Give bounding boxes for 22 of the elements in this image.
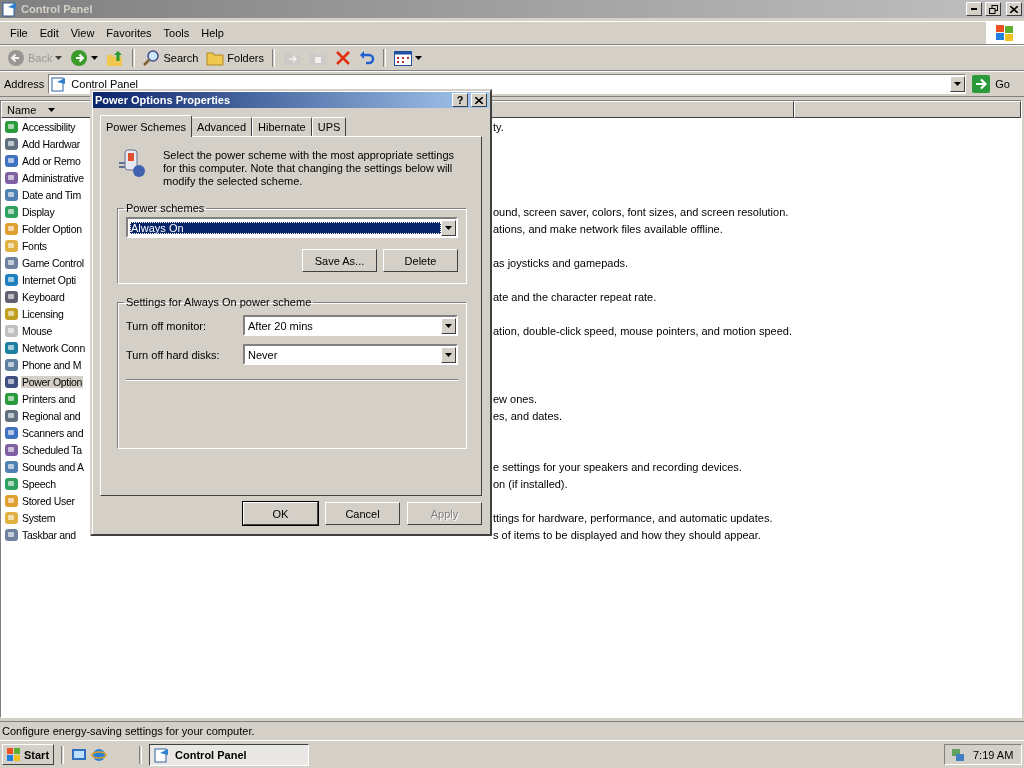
item-comment: ate and the character repeat rate. [493,290,657,303]
item-comment: on (if installed). [493,477,568,490]
item-comment: s of items to be displayed and how they should appear. [493,528,761,541]
item-comment: e settings for your speakers and recording devices. [493,460,742,473]
dialog-title: Power Options Properties [95,94,232,106]
window-title: Control Panel [21,3,94,15]
field-label: Turn off monitor: [126,319,208,332]
group-label: Power schemes [125,202,206,214]
item-comment: ations, and make network files available offline. [493,222,723,235]
item-comment: ation, double-click speed, mouse pointers, and motion speed. [493,324,792,337]
group-label: Settings for Always On power scheme [125,296,313,308]
item-comment: ttings for hardware, performance, and automatic updates. [493,511,773,524]
item-comment: ound, screen saver, colors, font sizes, and screen resolution. [493,205,789,218]
address-label: Address [4,78,45,90]
status-text: Configure energy-saving settings for your computer. [2,725,255,737]
clock: 7:19 AM [973,748,1014,761]
item-comment: ty. [493,120,504,133]
item-comment: as joysticks and gamepads. [493,256,629,269]
item-comment: ew ones. [493,392,538,405]
description-text: Select the power scheme with the most appropriate settings for this computer. Note that changing the settings below will modify the selected scheme. [163,149,456,188]
field-label: Turn off hard disks: [126,348,221,361]
item-comment: es, and dates. [493,409,563,422]
